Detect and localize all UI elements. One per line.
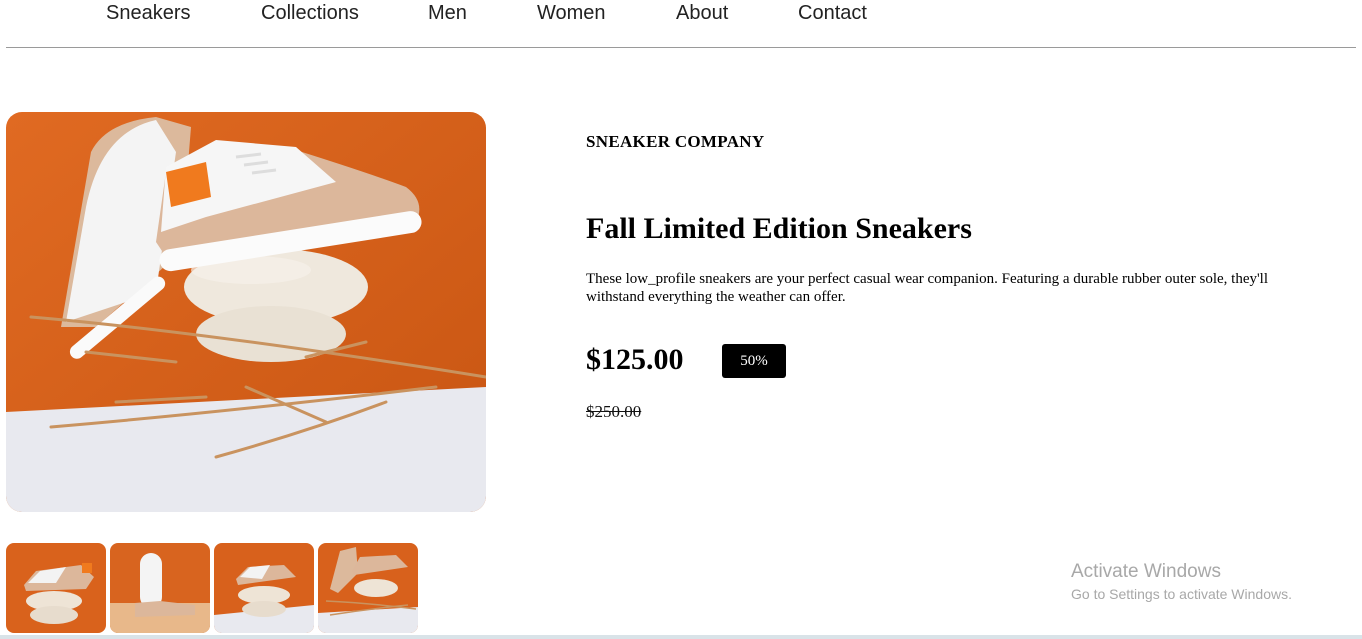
company-name: SNEAKER COMPANY	[586, 132, 765, 151]
thumbnail-image	[318, 543, 418, 633]
thumbnail-image	[6, 543, 106, 633]
windows-activation-watermark: Activate Windows Go to Settings to activ…	[1071, 561, 1292, 603]
watermark-subtitle: Go to Settings to activate Windows.	[1071, 586, 1292, 602]
thumbnail-1[interactable]	[6, 543, 106, 633]
thumbnail-image	[214, 543, 314, 633]
product-description: These low_profile sneakers are your perf…	[586, 271, 1269, 305]
nav-link-women[interactable]: Women	[537, 2, 606, 25]
main-product-image[interactable]	[6, 112, 486, 512]
thumbnail-3[interactable]	[214, 543, 314, 633]
nav-link-contact[interactable]: Contact	[798, 2, 867, 25]
nav-link-sneakers[interactable]: Sneakers	[106, 2, 191, 25]
thumbnail-image	[110, 543, 210, 633]
thumbnail-4[interactable]	[318, 543, 418, 633]
nav-divider	[6, 47, 1356, 48]
nav-link-collections[interactable]: Collections	[261, 2, 359, 25]
discount-badge: 50%	[722, 344, 786, 378]
thumbnail-2[interactable]	[110, 543, 210, 633]
watermark-title: Activate Windows	[1071, 561, 1221, 582]
bottom-edge-strip	[0, 635, 1362, 639]
sneaker-photo-illustration	[6, 112, 486, 512]
current-price: $125.00	[586, 343, 684, 376]
main-nav: Sneakers Collections Men Women About Con…	[0, 0, 1362, 30]
product-title: Fall Limited Edition Sneakers	[586, 212, 972, 245]
nav-link-about[interactable]: About	[676, 2, 728, 25]
original-price: $250.00	[586, 402, 642, 421]
nav-link-men[interactable]: Men	[428, 2, 467, 25]
